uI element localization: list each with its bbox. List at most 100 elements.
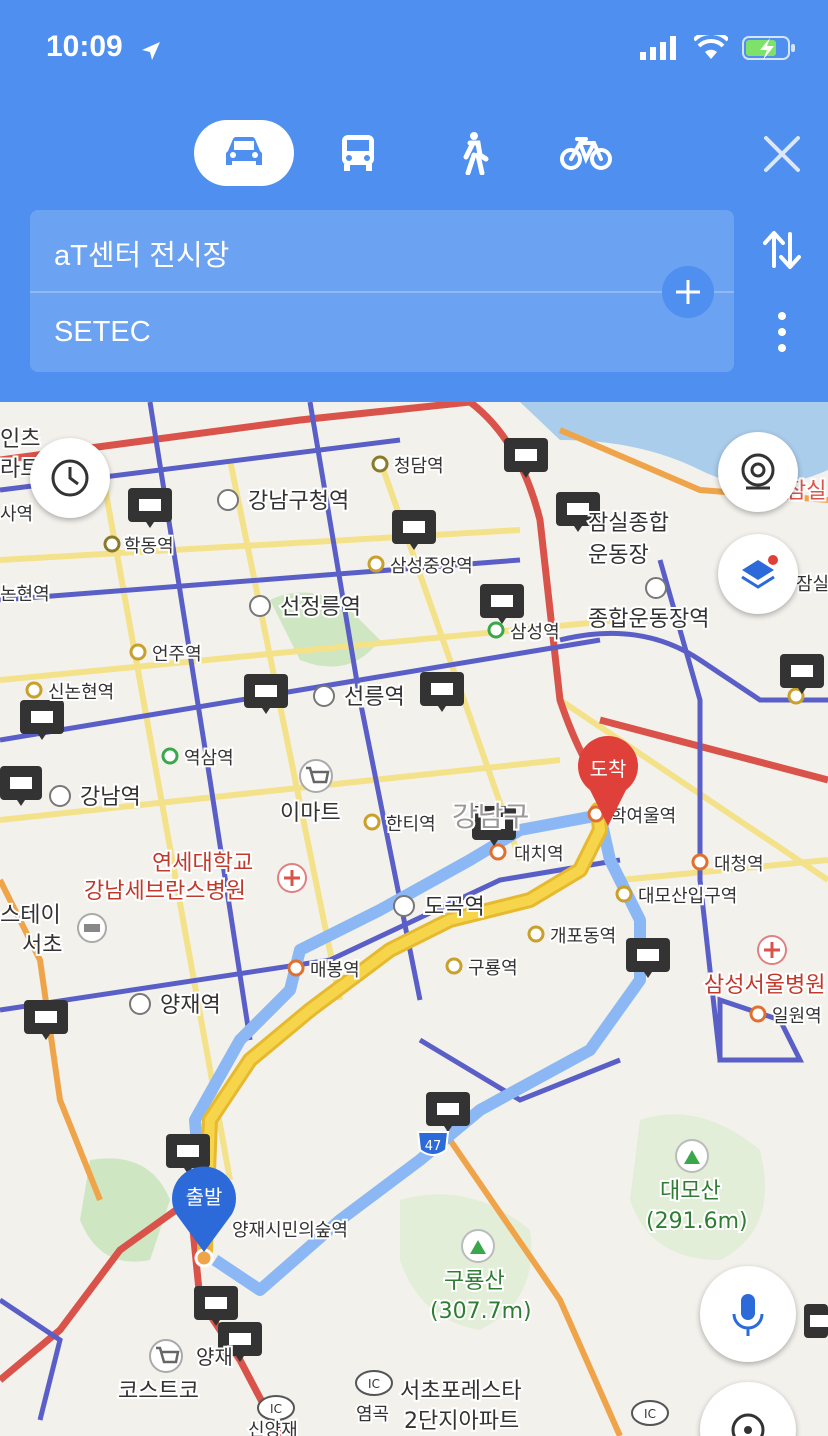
- hotel-icon: [77, 913, 107, 943]
- departure-time-button[interactable]: [30, 438, 110, 518]
- label: 코스트코: [118, 1379, 199, 1404]
- label: 구룡역: [468, 958, 518, 979]
- more-options-icon[interactable]: [768, 310, 796, 354]
- label: 종합운동장역: [588, 607, 709, 632]
- voice-search-button[interactable]: [700, 1266, 796, 1362]
- tab-drive[interactable]: [194, 120, 294, 186]
- label: 양재역: [160, 993, 221, 1018]
- start-marker[interactable]: 출발: [171, 1166, 237, 1252]
- microphone-icon: [732, 1294, 764, 1336]
- close-icon[interactable]: [756, 128, 808, 180]
- label: 운동장: [588, 543, 649, 568]
- ic-badge-label: IC: [368, 1377, 380, 1391]
- plus-icon: [676, 280, 700, 304]
- car-icon: [226, 137, 262, 165]
- label: 삼성중앙역: [390, 556, 473, 577]
- signal-icon: [640, 36, 676, 60]
- shopping-cart-icon: [149, 1339, 183, 1373]
- battery-charging-icon: [742, 36, 795, 60]
- ic-badge-label: IC: [270, 1402, 282, 1416]
- label: 청담역: [394, 456, 444, 477]
- label: 강남세브란스병원: [84, 879, 246, 904]
- ic-badge: IC: [631, 1400, 669, 1426]
- label: 대모산: [660, 1179, 721, 1204]
- label: 역삼역: [184, 748, 234, 769]
- label: 강남구청역: [248, 489, 349, 514]
- label: 대치역: [514, 844, 564, 865]
- label: 인츠: [0, 427, 40, 452]
- origin-field[interactable]: aT센터 전시장: [54, 232, 229, 274]
- ic-badge: IC: [257, 1395, 295, 1421]
- label: 서초: [22, 933, 62, 958]
- label: 학동역: [124, 536, 174, 557]
- label: 일원역: [772, 1006, 822, 1027]
- label: 개포동역: [550, 926, 616, 947]
- label: 언주역: [152, 644, 202, 665]
- hospital-icon: [277, 863, 307, 893]
- label: 신논현역: [48, 682, 114, 703]
- label: 도곡역: [424, 895, 485, 920]
- label: 스테이: [0, 903, 61, 928]
- label: 서초포레스타: [400, 1379, 521, 1404]
- label: 선릉역: [344, 685, 405, 710]
- mountain-icon: [461, 1229, 495, 1263]
- add-stop-button[interactable]: [662, 266, 714, 318]
- ic-badge-label: IC: [644, 1407, 656, 1421]
- divider: [30, 291, 734, 293]
- ic-badge: IC: [355, 1370, 393, 1396]
- label: 연세대학교: [152, 851, 253, 876]
- label: 양재: [196, 1345, 233, 1369]
- tab-transit[interactable]: [308, 120, 408, 186]
- directions-header: 10:09 aT센터 전시장 SETEC: [0, 0, 828, 402]
- primary-route-outline: [197, 802, 608, 1258]
- label: 삼성서울병원: [704, 973, 825, 998]
- compass-icon: [731, 1413, 765, 1436]
- mountain-icon: [675, 1139, 709, 1173]
- label: 삼성역: [510, 622, 560, 643]
- status-icons: [640, 34, 796, 62]
- clock-icon: [51, 459, 89, 497]
- swap-icon[interactable]: [760, 228, 804, 272]
- shopping-cart-icon: [299, 759, 333, 793]
- destination-marker-label: 도착: [590, 757, 627, 781]
- bus-icon: [342, 135, 374, 171]
- label: 매봉역: [310, 960, 360, 981]
- walk-icon: [463, 132, 489, 175]
- map-canvas: 47 IC IC IC 인츠 라트 사역 논현역 청담역 강남구청역 학동역 삼…: [0, 402, 828, 1436]
- tab-walk[interactable]: [422, 120, 522, 186]
- status-time: 10:09: [46, 30, 123, 63]
- start-marker-label: 출발: [186, 1185, 223, 1209]
- label: 강남역: [80, 785, 141, 810]
- label: 논현역: [0, 584, 50, 605]
- highway-number: 47: [425, 1139, 442, 1154]
- label: (307.7m): [430, 1299, 532, 1324]
- destination-field[interactable]: SETEC: [54, 316, 151, 349]
- label: 이마트: [280, 801, 341, 826]
- label: 대모산입구역: [638, 886, 737, 907]
- label: 학여울역: [610, 806, 676, 827]
- highway-shield: 47: [416, 1131, 450, 1156]
- bike-icon: [560, 137, 612, 170]
- layers-icon: [741, 555, 778, 589]
- label: (291.6m): [646, 1209, 748, 1234]
- label: 사역: [0, 504, 33, 525]
- wifi-icon: [694, 35, 728, 59]
- street-view-button[interactable]: [718, 432, 798, 512]
- hospital-icon: [757, 935, 787, 965]
- label: 신양재: [248, 1420, 298, 1436]
- label: 강남구: [452, 800, 529, 833]
- label: 염곡: [356, 1404, 389, 1425]
- label: 선정릉역: [280, 595, 361, 620]
- label: 양재시민의숲역: [232, 1220, 348, 1241]
- label: 잠실종합: [588, 511, 669, 536]
- location-arrow-icon: [142, 42, 160, 60]
- label: 대청역: [714, 854, 764, 875]
- map-view[interactable]: 47 IC IC IC 인츠 라트 사역 논현역 청담역 강남구청역 학동역 삼…: [0, 402, 828, 1436]
- label: 한티역: [386, 814, 436, 835]
- layers-button[interactable]: [718, 534, 798, 614]
- route-inputs: aT센터 전시장 SETEC: [30, 210, 734, 372]
- travel-mode-tabs: [194, 120, 634, 186]
- tab-bike[interactable]: [536, 120, 636, 186]
- label: 잠실: [796, 574, 828, 595]
- primary-route: [200, 805, 605, 1255]
